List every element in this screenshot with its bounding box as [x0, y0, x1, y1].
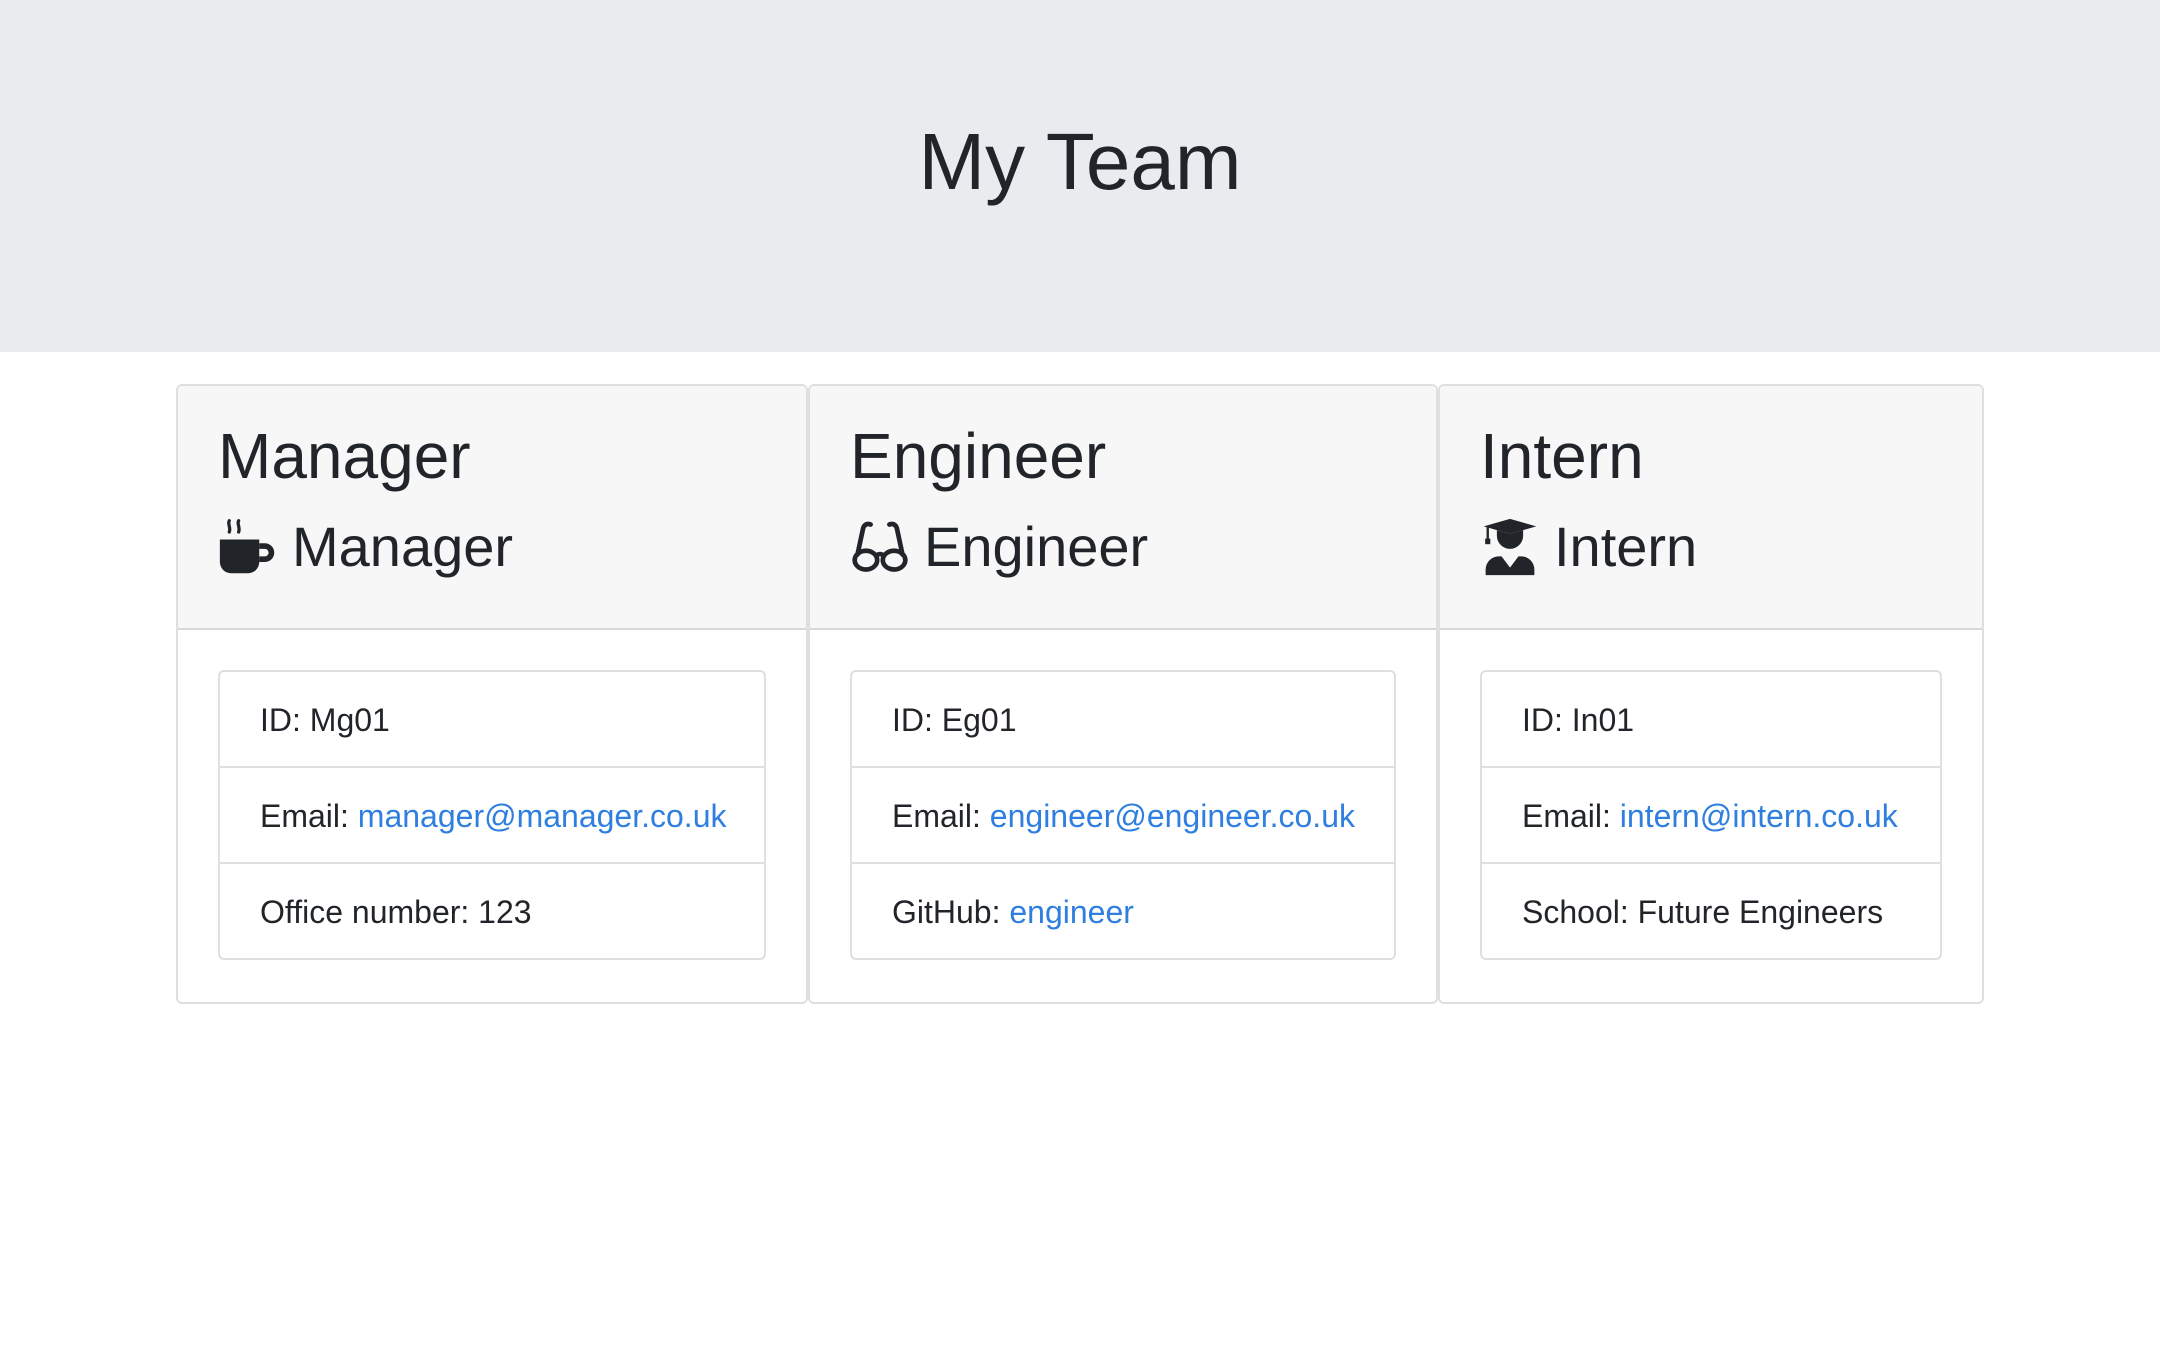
employee-role: Manager [218, 512, 513, 582]
user-graduate-icon [1480, 517, 1540, 577]
employee-role: Intern [1480, 512, 1697, 582]
employee-id: In01 [1571, 702, 1635, 738]
card-header: Engineer Engineer [810, 386, 1436, 630]
school-name: Future Engineers [1637, 894, 1884, 930]
glasses-icon [850, 517, 910, 577]
list-item-github: GitHub: engineer [892, 894, 1134, 930]
email-link[interactable]: engineer@engineer.co.uk [990, 798, 1355, 834]
employee-role-label: Engineer [924, 515, 1149, 578]
office-number: 123 [478, 894, 532, 930]
employee-role: Engineer [850, 512, 1148, 582]
list-item-id: ID: Eg01 [852, 672, 1394, 768]
employee-id: Eg01 [941, 702, 1017, 738]
list-item-email: Email: engineer@engineer.co.uk [852, 768, 1394, 864]
email-link[interactable]: intern@intern.co.uk [1620, 798, 1898, 834]
employee-role-label: Manager [292, 515, 514, 578]
header-jumbotron: My Team [0, 0, 2160, 352]
card-header: Manager Manager [178, 386, 806, 630]
employee-id: Mg01 [309, 702, 390, 738]
employee-card-manager: Manager Manager ID: Mg01 Email: manager@… [176, 384, 808, 1004]
list-item-id: ID: In01 [1482, 672, 1940, 768]
employee-card-intern: Intern Intern ID: In01 Email: intern@int… [1438, 384, 1984, 1004]
card-header: Intern Intern [1440, 386, 1982, 630]
employee-name: Intern [1480, 420, 1644, 492]
list-item-email: Email: intern@intern.co.uk [1482, 768, 1940, 864]
list-item-id: ID: Mg01 [220, 672, 764, 768]
employee-name: Engineer [850, 420, 1107, 492]
list-item-email: Email: manager@manager.co.uk [220, 768, 764, 864]
mug-hot-icon [218, 517, 278, 577]
employee-name: Manager [218, 420, 471, 492]
employee-details-list: ID: Mg01 Email: manager@manager.co.uk Of… [218, 670, 766, 960]
list-item-school: School: Future Engineers [1522, 894, 1884, 930]
employee-details-list: ID: Eg01 Email: engineer@engineer.co.uk … [850, 670, 1396, 960]
github-link[interactable]: engineer [1009, 894, 1134, 930]
email-link[interactable]: manager@manager.co.uk [358, 798, 727, 834]
employee-card-engineer: Engineer Engineer ID: Eg01 Email: engine… [808, 384, 1438, 1004]
employee-role-label: Intern [1554, 515, 1698, 578]
page-title: My Team [918, 117, 1242, 206]
list-item-office-number: Office number: 123 [260, 894, 532, 930]
employee-details-list: ID: In01 Email: intern@intern.co.uk Scho… [1480, 670, 1942, 960]
